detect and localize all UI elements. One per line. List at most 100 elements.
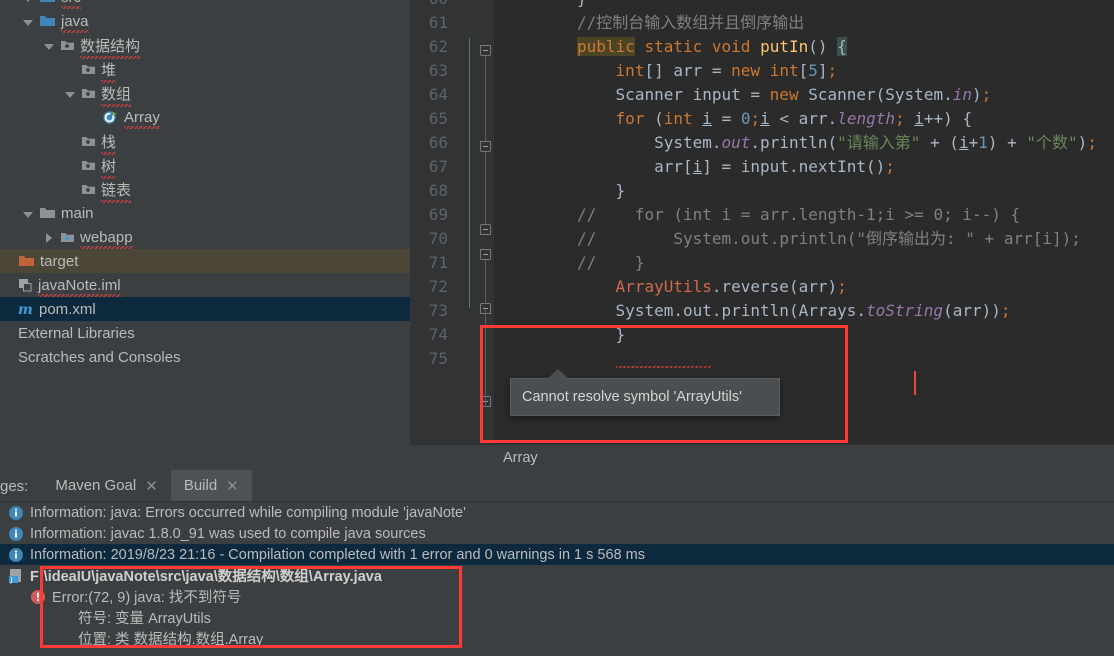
chevron-down-icon[interactable] <box>21 0 34 4</box>
tree-item-src[interactable]: src <box>0 0 410 9</box>
code-line-71[interactable]: // } <box>577 251 644 275</box>
editor-gutter[interactable]: 60 61 62 63 64 65 66 67 68 69 70 71 72 73 74 75 <box>410 0 494 470</box>
tree-item-label: Scratches and Consoles <box>18 348 181 366</box>
code-line-63[interactable]: int[] arr = new int[5]; <box>616 59 838 83</box>
tree-item-label: 树 <box>101 155 117 179</box>
build-output-list[interactable]: Information: java: Errors occurred while… <box>0 502 1114 649</box>
fold-marker-line-69[interactable] <box>480 249 491 260</box>
line-number: 75 <box>428 349 448 368</box>
code-line-70[interactable]: // System.out.println("倒序输出为: " + arr[i]… <box>577 227 1081 251</box>
code-line-68[interactable]: } <box>616 179 626 203</box>
chevron-down-icon[interactable] <box>42 39 55 52</box>
code-line-61[interactable]: //控制台输入数组并且倒序输出 <box>577 11 804 35</box>
tree-item-lianbiao[interactable]: 链表 <box>0 177 410 203</box>
tree-item-shuzu[interactable]: 数组 <box>0 81 410 107</box>
log-row-error-row[interactable]: Error:(72, 9) java: 找不到符号 <box>0 586 1114 607</box>
line-number: 65 <box>428 109 448 128</box>
line-number: 62 <box>428 37 448 56</box>
svg-text:m: m <box>18 302 33 317</box>
fold-connector-1 <box>485 152 486 224</box>
tree-item-shu[interactable]: 树 <box>0 153 410 179</box>
line-number: 73 <box>428 301 448 320</box>
tree-item-array-class[interactable]: Array <box>0 105 410 129</box>
line-number: 70 <box>428 229 448 248</box>
tree-item-zhan[interactable]: 栈 <box>0 129 410 155</box>
log-row-text: Information: javac 1.8.0_91 was used to … <box>30 525 426 542</box>
code-line-66[interactable]: System.out.println("请输入第" + (i+1) + "个数"… <box>654 131 1097 155</box>
code-line-72[interactable]: ArrayUtils.reverse(arr); <box>616 275 847 299</box>
package-icon <box>81 159 96 172</box>
tree-item-label: webapp <box>80 228 133 249</box>
log-row-text: Error:(72, 9) java: 找不到符号 <box>52 590 242 606</box>
line-number: 74 <box>428 325 448 344</box>
error-icon <box>30 589 46 605</box>
tree-item-external-libs[interactable]: External Libraries <box>0 321 410 345</box>
code-line-62[interactable]: public static void putIn() { <box>577 35 847 59</box>
tree-item-label: Array <box>124 108 160 129</box>
chevron-down-icon[interactable] <box>63 87 76 100</box>
inspection-tooltip: Cannot resolve symbol 'ArrayUtils' <box>510 369 780 416</box>
webapp-icon <box>60 231 75 244</box>
tab-maven-goal[interactable]: Maven Goal ✕ <box>42 470 170 501</box>
code-line-60[interactable]: } <box>577 0 587 11</box>
bottom-tab-bar[interactable]: ges: Maven Goal ✕ Build ✕ <box>0 470 1114 502</box>
fold-marker-line-68[interactable] <box>480 224 491 235</box>
log-row-info-3[interactable]: Information: 2019/8/23 21:16 - Compilati… <box>0 544 1114 565</box>
tree-item-label: 数组 <box>101 83 132 107</box>
tree-item-main[interactable]: main <box>0 201 410 225</box>
log-row-file-row[interactable]: J F:\ideaIU\javaNote\src\java\数据结构\数组\Ar… <box>0 565 1114 586</box>
tree-item-label: java <box>61 12 89 33</box>
code-line-64[interactable]: Scanner input = new Scanner(System.in); <box>616 83 992 107</box>
tree-item-dui[interactable]: 堆 <box>0 57 410 83</box>
code-line-74[interactable]: } <box>616 323 626 347</box>
tree-item-javanote-iml[interactable]: javaNote.iml <box>0 273 410 297</box>
tree-item-java[interactable]: java <box>0 9 410 33</box>
chevron-down-icon[interactable] <box>21 207 34 220</box>
maven-icon: m <box>18 302 34 318</box>
no-icon <box>62 610 78 626</box>
line-number: 61 <box>428 13 448 32</box>
chevron-down-icon[interactable] <box>21 15 34 28</box>
log-row-info-2[interactable]: Information: javac 1.8.0_91 was used to … <box>0 523 1114 544</box>
close-icon[interactable]: ✕ <box>226 477 239 495</box>
tree-item-scratches[interactable]: Scratches and Consoles <box>0 345 410 369</box>
code-line-65[interactable]: for (int i = 0;i < arr.length; i++) { <box>616 107 973 131</box>
log-row-text: 符号: 变量 ArrayUtils <box>78 611 211 627</box>
tab-label: Maven Goal <box>55 477 137 494</box>
package-icon <box>81 183 96 196</box>
tree-item-target[interactable]: target <box>0 249 410 273</box>
tree-item-webapp[interactable]: webapp <box>0 225 410 249</box>
tab-build[interactable]: Build ✕ <box>170 470 252 501</box>
log-row-location-row[interactable]: 位置: 类 数据结构.数组.Array <box>0 628 1114 649</box>
package-icon <box>81 63 96 76</box>
log-row-symbol-row[interactable]: 符号: 变量 ArrayUtils <box>0 607 1114 628</box>
tree-item-shujujiegou[interactable]: 数据结构 <box>0 33 410 59</box>
tree-item-label: target <box>40 252 79 270</box>
code-editor[interactable]: 60616263646566676869707172737475 }//控制台输… <box>410 0 1114 470</box>
fold-marker-line-65[interactable] <box>480 141 491 152</box>
chevron-right-icon[interactable] <box>42 231 55 244</box>
tree-item-pom-xml[interactable]: m pom.xml <box>0 297 410 321</box>
code-line-69[interactable]: // for (int i = arr.length-1;i >= 0; i--… <box>577 203 1020 227</box>
fold-connector-0 <box>485 56 486 141</box>
log-row-text: F:\ideaIU\javaNote\src\java\数据结构\数组\Arra… <box>30 569 382 585</box>
code-line-67[interactable]: arr[i] = input.nextInt(); <box>654 155 895 179</box>
log-row-info-1[interactable]: Information: java: Errors occurred while… <box>0 502 1114 523</box>
close-icon[interactable]: ✕ <box>145 477 158 495</box>
folder-orange-icon <box>18 254 35 268</box>
project-tool-window[interactable]: src java数据结构堆数组 Array 栈树链表 main webapptarget… <box>0 0 410 470</box>
iml-icon <box>18 278 33 292</box>
package-icon <box>81 135 96 148</box>
tree-item-label: main <box>61 204 94 222</box>
package-icon <box>60 39 75 52</box>
breadcrumb-class[interactable]: Array <box>503 450 538 466</box>
fold-marker-line-62[interactable] <box>480 45 491 56</box>
info-icon <box>8 547 24 563</box>
code-line-73[interactable]: System.out.println(Arrays.toString(arr))… <box>616 299 1011 323</box>
